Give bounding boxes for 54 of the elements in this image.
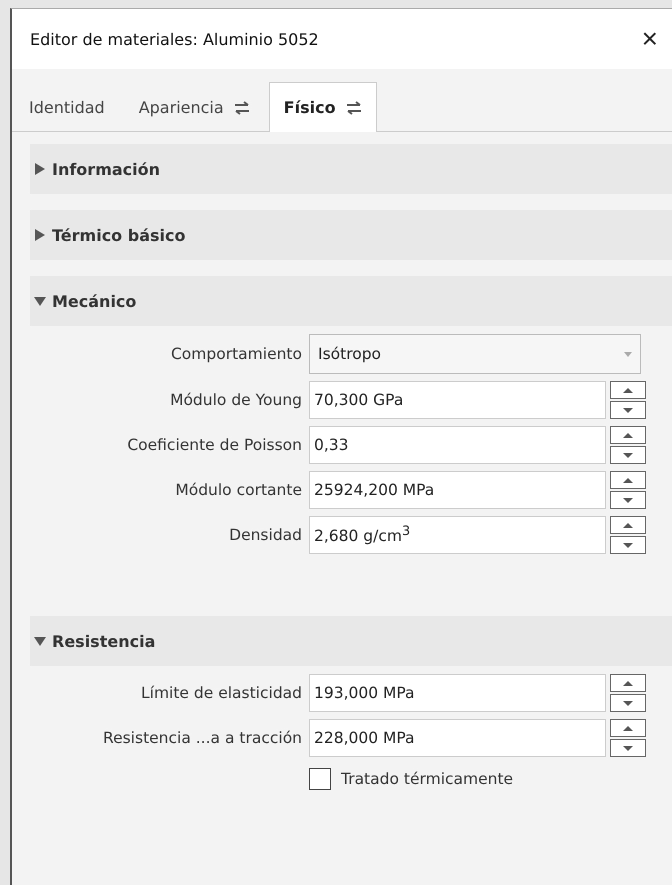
- dropdown[interactable]: Isótropo: [309, 334, 641, 374]
- down-triangle-icon: [623, 700, 633, 706]
- up-triangle-icon: [623, 522, 633, 528]
- increment-button[interactable]: [610, 426, 646, 444]
- window-title: Editor de materiales: Aluminio 5052: [30, 30, 319, 48]
- input-field[interactable]: 70,300 GPa: [309, 381, 606, 419]
- down-triangle-icon: [623, 452, 633, 458]
- collapsed-triangle-icon: [34, 163, 46, 175]
- section-header[interactable]: Información: [30, 144, 672, 194]
- expanded-triangle-icon: [34, 635, 46, 647]
- decrement-button[interactable]: [610, 536, 646, 554]
- down-triangle-icon: [623, 408, 633, 412]
- checkbox-label: Tratado térmicamente: [341, 770, 514, 788]
- decrement-button[interactable]: [610, 491, 646, 509]
- checkbox[interactable]: [309, 768, 331, 790]
- increment-button[interactable]: [610, 719, 646, 737]
- collapsed-triangle-icon: [34, 229, 46, 241]
- decrement-button[interactable]: [610, 401, 646, 419]
- input-field[interactable]: 25924,200 MPa: [309, 471, 606, 509]
- increment-button[interactable]: [610, 674, 646, 692]
- up-triangle-icon: [623, 388, 633, 392]
- field-label: Densidad: [228, 526, 303, 544]
- input-field[interactable]: 0,33: [309, 426, 606, 464]
- up-triangle-icon: [623, 478, 633, 482]
- decrement-button[interactable]: [610, 446, 646, 464]
- increment-button[interactable]: [610, 381, 646, 399]
- up-triangle-icon: [623, 432, 633, 438]
- field-label: Comportamiento: [170, 345, 303, 363]
- up-triangle-icon: [623, 726, 633, 730]
- dropdown-arrow-icon: [624, 352, 632, 356]
- tab[interactable]: Apariencia: [124, 82, 265, 132]
- field-label: Coeficiente de Poisson: [126, 436, 303, 454]
- expanded-triangle-icon: [34, 295, 46, 307]
- decrement-button[interactable]: [610, 694, 646, 712]
- input-field[interactable]: 193,000 MPa: [309, 674, 606, 712]
- close-button[interactable]: ×: [638, 25, 662, 53]
- section-header[interactable]: Mecánico: [30, 276, 672, 326]
- field-label: Resistencia ...a a tracción: [102, 729, 303, 747]
- input-field[interactable]: 228,000 MPa: [309, 719, 606, 757]
- field-label: Módulo de Young: [169, 391, 303, 409]
- increment-button[interactable]: [610, 471, 646, 489]
- section-header[interactable]: Térmico básico: [30, 210, 672, 260]
- field-label: Módulo cortante: [174, 481, 303, 499]
- down-triangle-icon: [623, 746, 633, 750]
- field-label: Límite de elasticidad: [140, 684, 303, 702]
- decrement-button[interactable]: [610, 739, 646, 757]
- down-triangle-icon: [623, 498, 633, 502]
- tab[interactable]: Físico: [268, 82, 377, 132]
- down-triangle-icon: [623, 542, 633, 548]
- input-field[interactable]: 2,680 g/cm$^{3}$: [309, 516, 606, 554]
- up-triangle-icon: [623, 680, 633, 686]
- section-header[interactable]: Resistencia: [30, 616, 672, 666]
- increment-button[interactable]: [610, 516, 646, 534]
- tab[interactable]: Identidad: [28, 82, 120, 132]
